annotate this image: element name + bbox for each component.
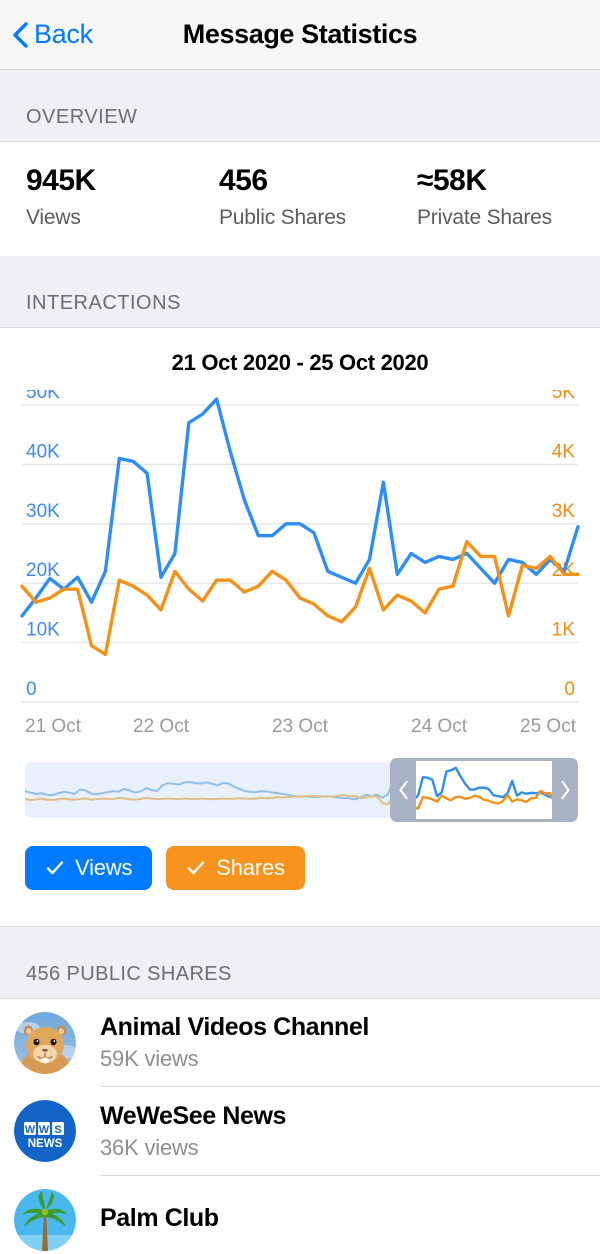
y-axis-left-tick: 40K (26, 441, 60, 462)
y-axis-right-tick: 5K (552, 390, 576, 403)
stat-public-shares-value: 456 (219, 164, 268, 197)
scrubber-window-lines (390, 766, 578, 810)
interactions-section-header: INTERACTIONS (0, 255, 600, 327)
y-axis-right-tick: 0 (564, 679, 575, 700)
y-axis-left-tick: 10K (26, 619, 60, 640)
overview-section-header: OVERVIEW (0, 70, 600, 141)
list-item-views: 59K views (100, 1046, 199, 1071)
avatar (14, 1011, 76, 1074)
list-item-views: 36K views (100, 1134, 199, 1160)
list-item-text: Animal Videos Channel 59K views (100, 999, 600, 1087)
list-item-text: WeWeSee News 36K views (100, 1087, 600, 1176)
scrubber-handle-left[interactable] (390, 757, 416, 822)
lion-cub-photo-icon (14, 1011, 76, 1074)
x-axis-tick: 21 Oct (25, 716, 82, 737)
svg-text:W: W (25, 1124, 36, 1136)
y-axis-right-tick: 1K (552, 619, 576, 640)
stat-views-value: 945K (26, 164, 96, 197)
list-item-text: Palm Club (100, 1176, 600, 1254)
y-axis-left-tick: 20K (26, 560, 60, 581)
x-axis-tick: 22 Oct (133, 716, 190, 737)
stat-views-label: Views (26, 205, 81, 229)
public-shares-list: Animal Videos Channel 59K views W W S NE… (0, 997, 600, 1254)
x-axis-tick: 25 Oct (520, 716, 577, 737)
stat-private-shares: ≈58K Private Shares (391, 162, 552, 230)
public-shares-section-header: 456 PUBLIC SHARES (0, 925, 600, 998)
navigation-bar: Back Message Statistics (0, 0, 600, 70)
x-axis-tick: 23 Oct (272, 716, 329, 737)
chart-date-range-title: 21 Oct 2020 - 25 Oct 2020 (171, 349, 429, 375)
avatar (14, 1189, 76, 1251)
scrubber-handle-right[interactable] (552, 757, 578, 822)
palm-tree-photo-icon (14, 1189, 76, 1251)
overview-stats: 945K Views 456 Public Shares ≈58K Privat… (0, 141, 600, 256)
check-icon (186, 858, 206, 878)
scrubber-window-top-border (390, 757, 578, 761)
chevron-left-icon (398, 780, 408, 799)
back-button[interactable]: Back (12, 19, 93, 50)
chart-range-scrubber[interactable] (0, 750, 600, 830)
list-item[interactable]: W W S NEWS WeWeSee News 36K views (0, 1086, 600, 1176)
legend-toggle-shares-label: Shares (216, 854, 285, 880)
list-item[interactable]: Animal Videos Channel 59K views (0, 997, 600, 1087)
y-axis-right-tick: 4K (552, 441, 576, 462)
svg-text:NEWS: NEWS (28, 1138, 63, 1150)
interactions-chart[interactable]: 50K 40K 30K 20K 10K 0 5K 4K 3K 2K 1K 0 21 Oct 22 Oct 2… (0, 390, 600, 750)
chart-plot-area[interactable]: 50K40K30K20K10K05K4K3K2K1K021 Oct 22 Oct 2… (0, 390, 600, 750)
svg-text:S: S (54, 1124, 61, 1136)
y-axis-right-tick: 3K (552, 500, 576, 521)
y-axis-left-tick: 30K (26, 500, 60, 521)
list-item-name: Animal Videos Channel (100, 1013, 369, 1041)
legend-toggle-views-label: Views (75, 854, 133, 880)
list-item-name: WeWeSee News (100, 1101, 287, 1130)
svg-text:W: W (39, 1124, 50, 1136)
scrubber-window[interactable] (390, 757, 578, 822)
minimap-line (390, 766, 578, 803)
x-axis-tick: 24 Oct (411, 716, 468, 737)
wws-news-logo-icon: W W S NEWS (14, 1100, 76, 1162)
chart-legend-toggles: Views Shares (0, 829, 600, 916)
legend-toggle-shares[interactable]: Shares (166, 845, 305, 890)
stat-public-shares: 456 Public Shares (193, 162, 391, 230)
avatar: W W S NEWS (14, 1100, 76, 1162)
check-icon (45, 858, 65, 878)
chevron-left-icon (12, 21, 28, 48)
interactions-chart-block: 21 Oct 2020 - 25 Oct 2020 50K 40K 30K 20K 10… (0, 326, 600, 926)
y-axis-left-tick: 0 (26, 679, 37, 700)
back-label: Back (34, 19, 93, 49)
chevron-right-icon (560, 780, 570, 799)
stat-public-shares-label: Public Shares (219, 205, 346, 229)
y-axis-left-tick: 50K (26, 390, 60, 403)
list-item[interactable]: Palm Club (0, 1175, 600, 1254)
stat-views: 945K Views (0, 162, 193, 230)
legend-toggle-views[interactable]: Views (25, 845, 153, 890)
stat-private-shares-label: Private Shares (417, 205, 552, 229)
scrubber-window-bottom-border (390, 818, 578, 822)
list-item-name: Palm Club (100, 1203, 219, 1232)
stat-private-shares-value: ≈58K (417, 164, 487, 197)
